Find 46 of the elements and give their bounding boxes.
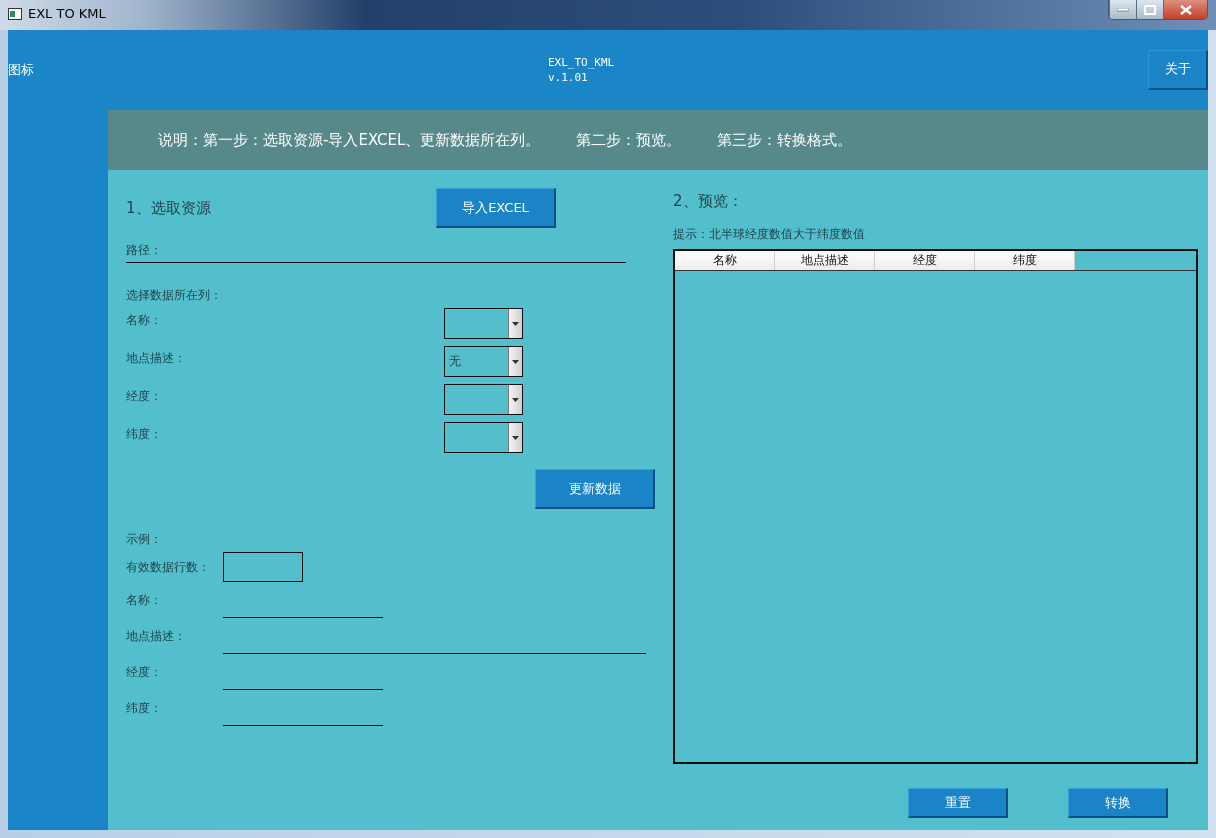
- action-button[interactable]: 转换: [1068, 788, 1168, 818]
- column-dropdown[interactable]: [444, 308, 523, 339]
- field-label: 纬度：: [126, 427, 162, 441]
- field-label: 纬度：: [126, 701, 162, 715]
- field-label: 地点描述：: [126, 629, 186, 643]
- app-version: v.1.01: [548, 70, 589, 85]
- dropdown-arrow-icon: [512, 321, 519, 326]
- dropdown-arrow-icon: [512, 359, 519, 364]
- instruction-text: 第三步：转换格式。: [717, 130, 853, 150]
- field-label: 名称：: [126, 313, 162, 327]
- close-button[interactable]: [1163, 0, 1207, 19]
- column-header[interactable]: 纬度: [975, 251, 1075, 270]
- column-header[interactable]: 名称: [675, 251, 775, 270]
- maximize-icon: [1144, 4, 1156, 15]
- field-label: 名称：: [126, 593, 162, 607]
- sample-heading: 示例：: [126, 532, 162, 546]
- section-heading: 2、预览：: [673, 192, 743, 210]
- close-icon: [1179, 4, 1192, 15]
- maximize-button[interactable]: [1136, 0, 1163, 19]
- column-dropdown[interactable]: [444, 384, 523, 415]
- instruction-text: 第二步：预览。: [576, 130, 682, 150]
- field-label: 地点描述：: [126, 351, 186, 365]
- field-label: 有效数据行数：: [126, 559, 210, 574]
- section-heading: 1、选取资源: [126, 198, 211, 217]
- column-dropdown[interactable]: [444, 422, 523, 453]
- icon-label: 图标: [8, 61, 35, 79]
- app-name: EXL_TO_KML: [548, 55, 616, 70]
- path-field[interactable]: 路径：: [126, 238, 626, 263]
- column-header[interactable]: 地点描述: [775, 251, 875, 270]
- instruction-text: 说明：第一步：选取资源-导入EXCEL、更新数据所在列。: [158, 130, 541, 150]
- import-button[interactable]: 导入EXCEL: [436, 188, 556, 228]
- update-button[interactable]: 更新数据: [535, 469, 655, 509]
- about-button[interactable]: 关于: [1148, 49, 1208, 90]
- window-title: EXL TO KML: [28, 6, 106, 21]
- app-icon: [8, 8, 22, 20]
- columns-label: 选择数据所在列：: [126, 288, 222, 302]
- field-label: 经度：: [126, 389, 162, 403]
- field-label: 经度：: [126, 665, 162, 679]
- action-button[interactable]: 重置: [908, 788, 1008, 818]
- dropdown-arrow-icon: [512, 397, 519, 402]
- dropdown-arrow-icon: [512, 435, 519, 440]
- minimize-button[interactable]: [1109, 0, 1136, 19]
- hint-text: 提示：北半球经度数值大于纬度数值: [673, 227, 865, 241]
- column-dropdown[interactable]: 无: [444, 346, 523, 377]
- column-header[interactable]: 经度: [875, 251, 975, 270]
- minimize-icon: [1117, 7, 1129, 12]
